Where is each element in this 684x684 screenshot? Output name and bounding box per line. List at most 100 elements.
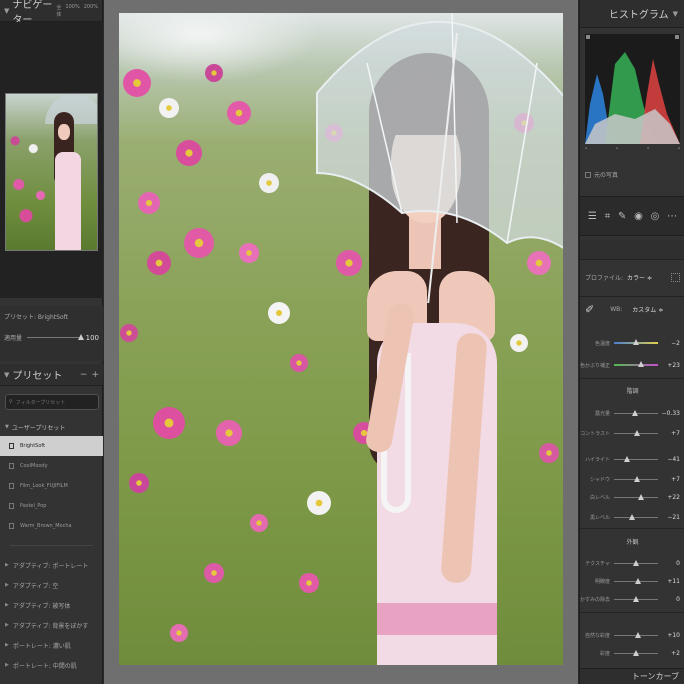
preset-search-input[interactable]: ⚲ フィルタープリセット	[5, 394, 99, 410]
slider-value[interactable]: −21	[658, 514, 684, 521]
slider-row[interactable]: 露光量 −0.33	[580, 406, 684, 420]
slider-knob[interactable]	[633, 559, 639, 566]
slider-row[interactable]: 明瞭度 +11	[580, 574, 684, 588]
cosmos-flower	[259, 173, 279, 193]
slider-knob[interactable]	[631, 409, 638, 416]
slider-track[interactable]	[614, 493, 658, 500]
slider-knob[interactable]	[635, 631, 642, 638]
slider-value[interactable]: +11	[658, 578, 684, 585]
slider-track[interactable]	[614, 455, 658, 462]
preset-item-pastel-pop[interactable]: Pastel_Pop	[0, 496, 103, 516]
main-photo[interactable]	[119, 13, 563, 665]
amount-label: 適用量	[4, 335, 23, 342]
add-preset-button[interactable]: +	[91, 370, 99, 380]
crop-icon[interactable]: ⌗	[605, 211, 611, 222]
slider-track[interactable]	[614, 577, 658, 584]
slider-track[interactable]	[614, 595, 658, 602]
slider-value[interactable]: +2	[658, 650, 684, 657]
slider-row[interactable]: 黒レベル −21	[580, 510, 684, 524]
user-presets-group[interactable]: ▼ ユーザープリセット	[0, 418, 103, 436]
slider-value[interactable]: +7	[658, 476, 684, 483]
brush-icon[interactable]: ✎	[618, 211, 626, 222]
preset-group-portrait-medium[interactable]: ▶ ポートレート: 中間の肌	[0, 655, 103, 675]
hist-tick: ▪	[677, 146, 680, 150]
preset-item-coolmoody[interactable]: CoolMoody	[0, 456, 103, 476]
eyedropper-icon[interactable]: ✐	[585, 303, 594, 316]
slider-row[interactable]: 色かぶり補正 +23	[580, 358, 684, 372]
slider-track[interactable]	[614, 559, 658, 566]
slider-knob[interactable]	[637, 361, 644, 367]
mask-icon[interactable]: ◎	[651, 211, 660, 222]
slider-knob[interactable]	[633, 649, 640, 656]
preset-item-brightsoft[interactable]: BrightSoft	[0, 436, 103, 456]
slider-value[interactable]: +7	[658, 430, 684, 437]
slider-knob[interactable]	[635, 577, 642, 584]
preset-group-adaptive-subject[interactable]: ▶ アダプティブ: 被写体	[0, 595, 103, 615]
slider-value[interactable]: +23	[658, 362, 684, 369]
profile-row[interactable]: プロファイル: カラー ≑	[580, 262, 684, 292]
slider-row[interactable]: 色温度 −2	[580, 336, 684, 350]
preset-item-film-look[interactable]: Film_Look_FUJIFILM	[0, 476, 103, 496]
slider-row[interactable]: ハイライト −41	[580, 452, 684, 466]
zoom-fit[interactable]: 全体	[56, 4, 61, 18]
slider-row[interactable]: 彩度 +2	[580, 646, 684, 660]
slider-row[interactable]: コントラスト +7	[580, 426, 684, 440]
amount-slider[interactable]	[27, 334, 84, 340]
slider-track[interactable]	[614, 361, 658, 367]
tone-curve-header[interactable]: トーンカーブ	[580, 668, 684, 684]
slider-value[interactable]: −41	[658, 456, 684, 463]
slider-track[interactable]	[614, 409, 658, 416]
slider-row[interactable]: 白レベル +22	[580, 490, 684, 504]
slider-knob[interactable]	[634, 475, 641, 482]
histogram-header[interactable]: ヒストグラム ▼	[580, 0, 684, 28]
preset-group-portrait-deep[interactable]: ▶ ポートレート: 濃い肌	[0, 635, 103, 655]
slider-knob[interactable]	[628, 513, 635, 520]
slider-value[interactable]: +10	[658, 632, 684, 639]
slider-value[interactable]: −0.33	[658, 410, 684, 417]
group-label: アダプティブ: 背景をぼかす	[12, 622, 89, 630]
slider-row[interactable]: テクスチャ 0	[580, 556, 684, 570]
slider-knob[interactable]	[632, 339, 639, 345]
slider-value[interactable]: 0	[658, 560, 684, 567]
slider-track[interactable]	[614, 631, 658, 638]
slider-track[interactable]	[614, 475, 658, 482]
checkbox-icon[interactable]	[585, 171, 591, 178]
profile-browser-icon[interactable]	[671, 272, 680, 282]
collapse-triangle-icon[interactable]: ▼	[4, 371, 9, 379]
original-photo-toggle[interactable]: 元の写真	[585, 170, 618, 179]
wb-value[interactable]: カスタム ≑	[632, 305, 663, 314]
slider-row[interactable]: かすみの除去 0	[580, 592, 684, 606]
slider-knob[interactable]	[637, 493, 644, 500]
amount-slider-knob[interactable]	[77, 334, 84, 340]
slider-knob[interactable]	[634, 429, 641, 436]
sliders-icon[interactable]: ☰	[588, 211, 597, 222]
navigator-thumbnail[interactable]	[5, 93, 98, 251]
zoom-100[interactable]: 100%	[65, 4, 79, 18]
slider-knob[interactable]	[633, 595, 639, 602]
collapse-triangle-icon[interactable]: ▼	[4, 7, 9, 15]
presets-header[interactable]: ▼ プリセット − +	[0, 364, 103, 386]
slider-track[interactable]	[614, 513, 658, 520]
slider-row[interactable]: 自然な彩度 +10	[580, 628, 684, 642]
slider-row[interactable]: シャドウ +7	[580, 472, 684, 486]
histogram-plot	[585, 35, 680, 144]
slider-track[interactable]	[614, 429, 658, 436]
preset-group-adaptive-sky[interactable]: ▶ アダプティブ: 空	[0, 575, 103, 595]
preset-group-adaptive-portrait[interactable]: ▶ アダプティブ: ポートレート	[0, 555, 103, 575]
collapse-triangle-icon[interactable]: ▼	[673, 10, 678, 18]
navigator-header[interactable]: ▼ ナビゲーター 全体 100% 200%	[0, 0, 102, 26]
slider-value[interactable]: +22	[658, 494, 684, 501]
remove-preset-button[interactable]: −	[80, 370, 88, 380]
profile-value[interactable]: カラー ≑	[627, 273, 652, 282]
slider-knob[interactable]	[624, 455, 631, 462]
slider-track[interactable]	[614, 339, 658, 345]
preset-group-adaptive-blur[interactable]: ▶ アダプティブ: 背景をぼかす	[0, 615, 103, 635]
cosmos-flower	[205, 64, 223, 82]
preset-item-warm-brown[interactable]: Warm_Brown_Mocha	[0, 516, 103, 536]
slider-value[interactable]: −2	[658, 340, 684, 347]
eye-icon[interactable]: ◉	[634, 211, 643, 222]
slider-value[interactable]: 0	[658, 596, 684, 603]
zoom-200[interactable]: 200%	[84, 4, 98, 18]
slider-track[interactable]	[614, 649, 658, 656]
more-icon[interactable]: ⋯	[667, 211, 677, 222]
